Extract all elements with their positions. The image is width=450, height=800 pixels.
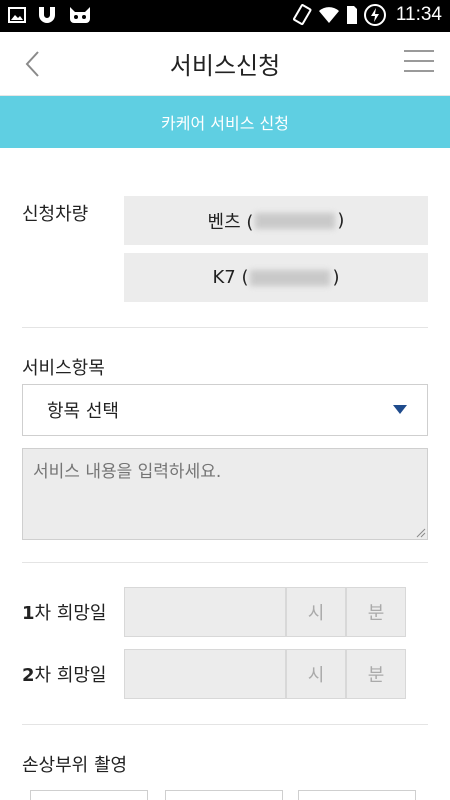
app-header: 서비스신청 (0, 32, 450, 96)
service-select[interactable]: 항목 선택 (22, 384, 428, 436)
divider (22, 327, 428, 328)
preferred-date-1-hour[interactable]: 시 (286, 587, 346, 637)
photo-slot-1[interactable] (30, 790, 148, 800)
status-left-icons (8, 5, 92, 25)
preferred-date-2-hour[interactable]: 시 (286, 649, 346, 699)
cat-icon (70, 7, 90, 23)
battery-charging-icon (363, 4, 386, 26)
photo-slot-3[interactable] (298, 790, 416, 800)
preferred-date-2-minute[interactable]: 분 (346, 649, 406, 699)
preferred-date-1-minute[interactable]: 분 (346, 587, 406, 637)
divider (22, 724, 428, 725)
status-bar: 11:34 (0, 0, 450, 32)
service-select-value: 항목 선택 (47, 401, 119, 422)
vehicle-option-1[interactable]: 벤츠 () (124, 196, 428, 245)
banner-text: 카케어 서비스 신청 (161, 114, 289, 133)
status-right-icons: 11:34 (292, 4, 442, 26)
magnet-icon (39, 7, 55, 23)
service-label: 서비스항목 (22, 358, 105, 379)
preferred-date-2-label: 2차 희망일 (22, 665, 107, 686)
status-time: 11:34 (395, 4, 442, 25)
sim-icon (346, 6, 357, 24)
hamburger-menu-icon[interactable] (404, 50, 434, 78)
wifi-icon (318, 7, 339, 23)
image-icon (8, 7, 26, 23)
vehicle-1-suffix: ) (337, 210, 345, 231)
vehicle-2-suffix: ) (332, 267, 340, 288)
caret-down-icon (393, 405, 407, 414)
damage-photo-label: 손상부위 촬영 (22, 755, 128, 776)
redacted-plate (255, 212, 336, 229)
preferred-date-1-label: 1차 희망일 (22, 603, 107, 624)
preferred-date-2-input[interactable] (124, 649, 286, 699)
divider (22, 562, 428, 563)
vehicles-label: 신청차량 (22, 204, 89, 225)
preferred-date-row-2: 2차 희망일 시 분 (22, 649, 428, 699)
vehicle-1-prefix: 벤츠 ( (207, 211, 254, 233)
vehicle-2-prefix: K7 ( (212, 267, 249, 288)
preferred-date-1-input[interactable] (124, 587, 286, 637)
preferred-date-row-1: 1차 희망일 시 분 (22, 587, 428, 637)
service-banner: 카케어 서비스 신청 (0, 96, 450, 148)
photo-slot-2[interactable] (165, 790, 283, 800)
rotate-icon (292, 4, 312, 26)
redacted-plate (250, 269, 331, 286)
vehicle-option-2[interactable]: K7 () (124, 253, 428, 302)
service-content-textarea[interactable] (22, 448, 428, 540)
page-title: 서비스신청 (169, 52, 281, 80)
